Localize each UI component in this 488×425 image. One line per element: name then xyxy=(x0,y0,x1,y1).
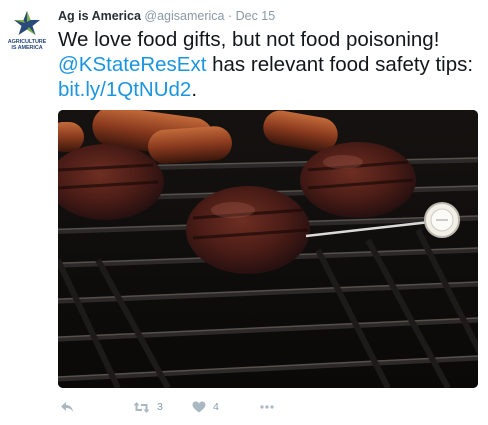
like-button[interactable]: 4 xyxy=(192,398,219,416)
tweet-text: We love food gifts, but not food poisoni… xyxy=(58,27,483,102)
avatar-label: AGRICULTURE IS AMERICA xyxy=(7,39,47,51)
mention-link[interactable]: @KStateResExt xyxy=(58,53,206,76)
tweet-photo[interactable] xyxy=(58,110,478,388)
retweet-icon xyxy=(133,401,150,413)
author-name[interactable]: Ag is America xyxy=(58,9,141,23)
tweet-header: Ag is America @agisamerica · Dec 15 xyxy=(58,9,275,23)
tweet-text-part2: has relevant food safety tips: xyxy=(206,53,474,76)
retweet-count: 3 xyxy=(157,401,163,413)
author-handle[interactable]: @agisamerica xyxy=(144,9,224,23)
reply-icon xyxy=(61,402,73,412)
separator: · xyxy=(227,9,233,23)
heart-icon xyxy=(192,401,206,413)
more-dots-icon xyxy=(260,405,274,409)
avatar[interactable]: AGRICULTURE IS AMERICA xyxy=(6,8,48,54)
url-link[interactable]: bit.ly/1QtNUd2 xyxy=(58,78,191,101)
tweet-actions: 3 4 xyxy=(58,398,358,416)
timestamp[interactable]: Dec 15 xyxy=(236,9,276,23)
tweet-text-part1: We love food gifts, but not food poisoni… xyxy=(58,28,440,51)
more-button[interactable] xyxy=(260,398,274,416)
reply-button[interactable] xyxy=(60,398,74,416)
grill-burgers-photo-icon xyxy=(58,110,478,388)
like-count: 4 xyxy=(213,401,219,413)
tweet[interactable]: AGRICULTURE IS AMERICA Ag is America @ag… xyxy=(0,0,488,425)
star-logo-icon xyxy=(14,11,40,35)
retweet-button[interactable]: 3 xyxy=(133,398,163,416)
tweet-text-end: . xyxy=(191,78,198,101)
